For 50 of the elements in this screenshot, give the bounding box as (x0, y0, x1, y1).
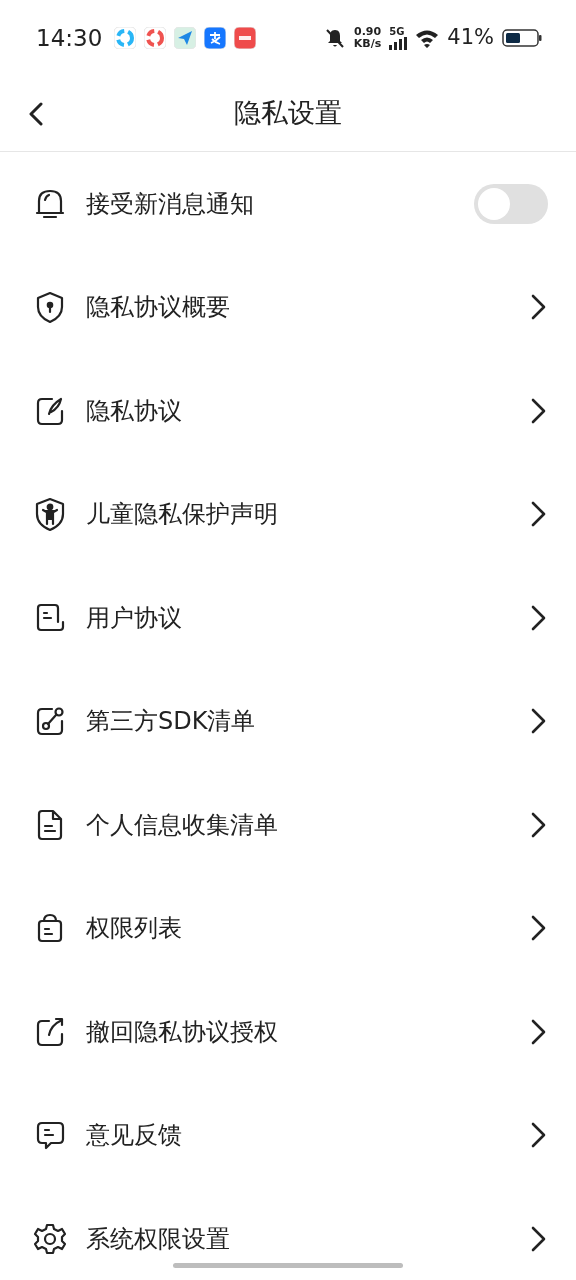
paper-plane-icon (174, 27, 197, 49)
chevron-right-icon (530, 397, 548, 424)
item-label: 系统权限设置 (86, 1223, 230, 1255)
network-type: 5G (389, 26, 405, 37)
item-label: 儿童隐私保护声明 (86, 499, 278, 531)
toggle-switch[interactable] (474, 183, 548, 224)
speed-unit: KB/s (353, 38, 382, 50)
list-item[interactable]: 接受新消息通知 (0, 152, 576, 256)
list-item[interactable]: 第三方SDK清单 (0, 669, 576, 773)
home-indicator[interactable] (173, 1263, 403, 1268)
list-item[interactable]: 权限列表 (0, 876, 576, 980)
item-label: 撤回隐私协议授权 (86, 1016, 278, 1048)
chevron-right-icon (530, 1122, 548, 1149)
page-title: 隐私设置 (234, 96, 342, 131)
item-label: 隐私协议概要 (86, 292, 230, 324)
speed-value: 0.90 (353, 26, 382, 38)
list-item[interactable]: 系统权限设置 (0, 1187, 576, 1280)
list-item[interactable]: 隐私协议概要 (0, 255, 576, 359)
app-icon (234, 27, 257, 49)
list-item[interactable]: 意见反馈 (0, 1083, 576, 1187)
item-label: 个人信息收集清单 (86, 809, 278, 841)
chevron-right-icon (530, 811, 548, 838)
chevron-right-icon (530, 708, 548, 735)
list-item[interactable]: 撤回隐私协议授权 (0, 980, 576, 1084)
chevron-right-icon (530, 1018, 548, 1045)
chevron-right-icon (530, 915, 548, 942)
signal-icon (389, 36, 408, 50)
app-icon (114, 27, 137, 49)
app-icon (144, 27, 167, 49)
wifi-icon (415, 28, 440, 48)
app-icon (204, 27, 227, 49)
status-time: 14:30 (36, 23, 103, 53)
chevron-right-icon (530, 604, 548, 631)
bell-off-icon (323, 27, 346, 49)
item-label: 用户协议 (86, 602, 182, 634)
chevron-right-icon (530, 294, 548, 321)
item-label: 接受新消息通知 (86, 188, 254, 220)
list-item[interactable]: 用户协议 (0, 566, 576, 670)
list-item[interactable]: 儿童隐私保护声明 (0, 462, 576, 566)
back-icon (28, 101, 44, 126)
item-label: 第三方SDK清单 (86, 706, 256, 738)
item-label: 隐私协议 (86, 395, 182, 427)
battery-percent: 41% (447, 24, 494, 52)
battery-icon (502, 29, 542, 47)
item-label: 权限列表 (86, 913, 182, 945)
item-label: 意见反馈 (86, 1120, 182, 1152)
list-item[interactable]: 个人信息收集清单 (0, 773, 576, 877)
chevron-right-icon (530, 501, 548, 528)
chevron-right-icon (530, 1225, 548, 1252)
list-item[interactable]: 隐私协议 (0, 359, 576, 463)
